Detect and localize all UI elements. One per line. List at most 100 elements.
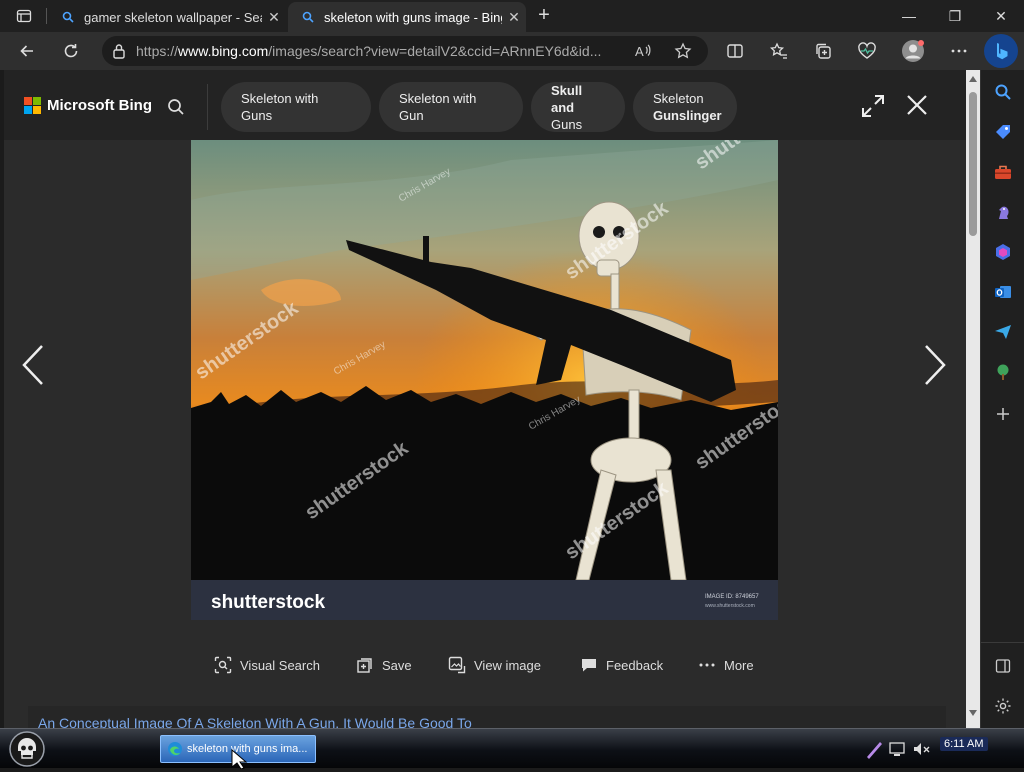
taskbar-clock[interactable]: 6:11 AM [940,737,988,751]
image-id-text: IMAGE ID: 8749657 [705,594,759,600]
sidebar-add-button[interactable] [991,402,1015,426]
feedback-button[interactable]: Feedback [580,650,663,680]
chess-piece-icon [999,206,1009,219]
tab-separator [46,8,47,24]
url-domain: www.bing.com [178,43,269,59]
browser-toolbar: https://www.bing.com/images/search?view=… [0,32,1024,70]
scroll-up-arrow-icon[interactable] [969,76,977,82]
avatar-icon [902,40,924,62]
profile-avatar[interactable] [898,36,928,66]
bing-copilot-button[interactable] [984,34,1018,68]
lock-icon[interactable] [102,43,136,59]
chip-label: Skeleton with Guns [241,91,319,123]
network-tray-icon[interactable] [888,737,908,761]
tab-close-button[interactable]: ✕ [262,9,286,26]
gear-icon [995,698,1011,714]
shopping-tag-icon [996,125,1010,139]
restore-button[interactable]: ❐ [932,0,978,32]
address-bar[interactable]: https://www.bing.com/images/search?view=… [102,36,708,66]
favorites-button[interactable] [764,36,794,66]
save-button[interactable]: Save [356,650,412,680]
edge-icon [168,742,182,756]
tab-title: skeleton with guns image - Bing [324,9,502,25]
search-button[interactable] [158,89,194,125]
sidebar-tree-button[interactable] [991,360,1015,384]
bing-logo[interactable]: Microsoft Bing [24,97,152,114]
sidebar-divider [981,642,1024,643]
sidebar-tools-button[interactable] [991,160,1015,184]
read-aloud-icon[interactable]: A [634,42,652,65]
settings-menu-button[interactable] [944,36,974,66]
more-button[interactable]: More [698,650,754,680]
plus-icon [997,408,1009,420]
sidebar-games-button[interactable] [991,200,1015,224]
feedback-icon [582,659,596,672]
favorite-star-icon[interactable] [674,42,692,65]
visual-search-icon [214,656,232,674]
previous-image-icon[interactable] [18,342,48,388]
scroll-down-arrow-icon[interactable] [969,710,977,716]
related-chip-skeleton-with-gun[interactable]: Skeleton with Gun [379,82,523,132]
sidebar-settings-button[interactable] [991,694,1015,718]
windows-taskbar: skeleton with guns ima... 6:11 AM [0,728,1024,769]
skeleton-with-gun-picture: shutterstock shutterstock shutterstock s… [191,140,778,620]
tab-title: gamer skeleton wallpaper - Search [84,9,262,25]
image-site-text: www.shutterstock.com [705,603,755,609]
chip-label-bold: Skull and [551,82,583,115]
close-viewer-icon[interactable] [904,92,930,118]
tab-strip: gamer skeleton wallpaper - Search ✕ skel… [0,0,1024,32]
url-text[interactable]: https://www.bing.com/images/search?view=… [136,43,606,59]
sidebar-copilot-button[interactable] [991,240,1015,264]
chip-label: Guns [551,116,583,132]
pen-tray-icon[interactable] [864,737,884,761]
sidebar-search-button[interactable] [991,80,1015,104]
split-screen-icon [727,44,743,58]
visual-search-button[interactable]: Visual Search [214,650,320,680]
new-tab-button[interactable]: + [532,4,556,28]
save-label: Save [382,657,412,673]
url-path: /images/search?view=detailV2&ccid=ARnnEY… [268,43,602,59]
search-icon [995,84,1011,100]
tab-actions-button[interactable] [6,4,42,28]
image-title-link[interactable]: An Conceptual Image Of A Skeleton With A… [28,706,946,728]
sidebar-outlook-button[interactable] [991,280,1015,304]
save-icon [357,658,372,673]
browser-essentials-button[interactable] [852,36,882,66]
outlook-icon [995,286,1011,298]
volume-muted-tray-icon[interactable] [912,737,932,761]
chip-label: Skeleton [653,91,704,106]
url-prefix: https:// [136,43,179,59]
chip-label-bold: Gunslinger [653,108,722,123]
back-arrow-icon [20,45,33,57]
sidebar-panel-icon [995,659,1011,673]
split-screen-button[interactable] [720,36,750,66]
sidebar-hide-button[interactable] [991,654,1015,678]
collections-button[interactable] [808,36,838,66]
svg-text:A: A [635,44,644,59]
related-chip-skull-and-guns[interactable]: Skull and Guns [531,82,625,132]
sidebar-shopping-button[interactable] [991,120,1015,144]
tab-skeleton-with-guns[interactable]: skeleton with guns image - Bing ✕ [288,2,526,32]
shutterstock-logo: shutterstock [211,592,325,613]
fullscreen-expand-icon[interactable] [860,93,886,119]
view-image-button[interactable]: View image [448,650,541,680]
minimize-button[interactable]: — [886,0,932,32]
tab-close-button[interactable]: ✕ [502,9,526,26]
more-label: More [724,657,754,673]
tab-gamer-skeleton[interactable]: gamer skeleton wallpaper - Search ✕ [48,2,286,32]
related-chip-skeleton-with-guns[interactable]: Skeleton with Guns [221,82,371,132]
edge-sidebar [980,70,1024,728]
scrollbar-thumb[interactable] [969,92,977,236]
start-button[interactable] [4,731,50,767]
back-button[interactable] [12,36,42,66]
more-icon [699,663,715,667]
refresh-button[interactable] [56,36,86,66]
sidebar-drop-button[interactable] [991,320,1015,344]
related-chip-skeleton-gunslinger[interactable]: Skeleton Gunslinger [633,82,737,132]
view-image-icon [448,656,466,674]
window-close-button[interactable]: ✕ [978,0,1024,32]
next-image-icon[interactable] [920,342,950,388]
main-image[interactable]: shutterstock shutterstock shutterstock s… [191,140,778,620]
page-scrollbar[interactable] [966,70,980,728]
favorites-icon [770,42,787,59]
